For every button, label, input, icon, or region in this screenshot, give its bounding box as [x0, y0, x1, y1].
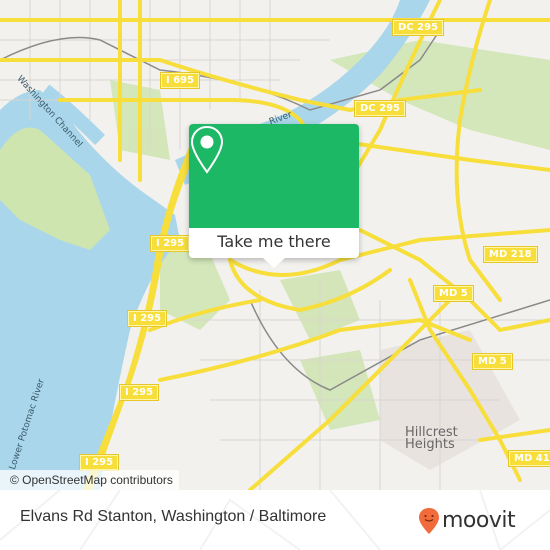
popup-pointer — [263, 258, 285, 268]
shield-md218: MD 218 — [484, 247, 537, 262]
md5 — [358, 228, 550, 333]
shield-md5: MD 5 — [434, 286, 473, 301]
moovit-wordmark: moovit — [442, 508, 516, 533]
shield-dc295: DC 295 — [355, 101, 405, 116]
shield-dc295: DC 295 — [393, 20, 443, 35]
shield-i295: I 295 — [151, 236, 190, 251]
map[interactable]: Washington Channel Lower Potomac River R… — [0, 0, 550, 490]
place-label-hillcrest-heights: Hillcrest Heights — [405, 426, 458, 452]
osm-attribution[interactable]: © OpenStreetMap contributors — [0, 470, 179, 490]
take-me-there-popup[interactable]: Take me there — [189, 124, 359, 268]
park-area — [300, 350, 380, 430]
shield-i295: I 295 — [128, 311, 167, 326]
popup-header — [189, 124, 359, 228]
place-label-line: Heights — [405, 437, 455, 452]
moovit-logo[interactable]: moovit — [418, 506, 516, 536]
take-me-there-button[interactable]: Take me there — [189, 228, 359, 258]
shield-md5: MD 5 — [473, 354, 512, 369]
shield-i295: I 295 — [80, 455, 119, 470]
map-pin-icon — [190, 125, 224, 174]
shield-i295: I 295 — [120, 385, 159, 400]
footer: Elvans Rd Stanton, Washington / Baltimor… — [0, 490, 550, 550]
moovit-pin-icon — [419, 508, 439, 534]
shield-i695: I 695 — [161, 73, 200, 88]
shield-md414: MD 414 — [509, 451, 550, 466]
location-title: Elvans Rd Stanton, Washington / Baltimor… — [20, 508, 327, 525]
